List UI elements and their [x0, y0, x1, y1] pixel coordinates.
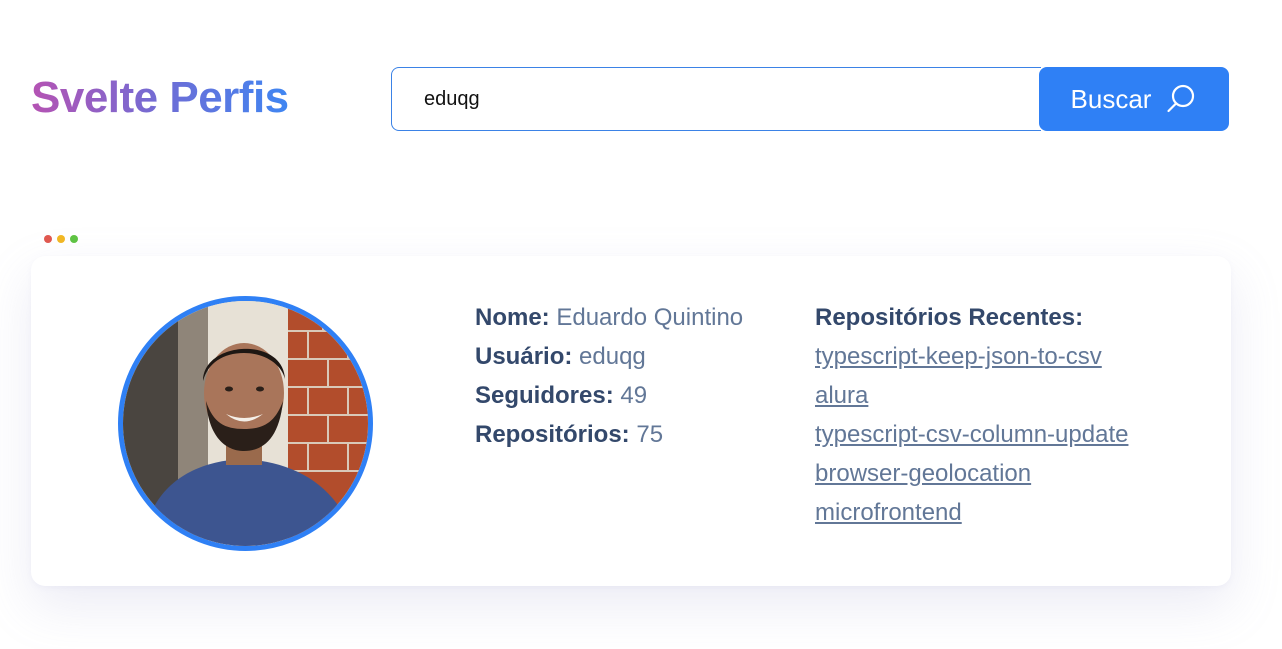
dot-yellow: [57, 235, 65, 243]
recent-repos-title: Repositórios Recentes:: [815, 304, 1084, 331]
recent-repos: Repositórios Recentes: typescript-keep-j…: [815, 298, 1128, 532]
followers-value: 49: [620, 382, 648, 409]
repos-label: Repositórios:: [475, 421, 630, 448]
dot-red: [44, 235, 52, 243]
search-button[interactable]: Buscar: [1039, 67, 1229, 131]
followers-label: Seguidores:: [475, 382, 614, 409]
repo-link[interactable]: microfrontend: [815, 493, 1128, 532]
name-value: Eduardo Quintino: [556, 304, 744, 331]
profile-info: Nome: Eduardo Quintino Usuário: eduqg Se…: [475, 298, 743, 454]
avatar: [118, 296, 373, 551]
search-input[interactable]: [391, 67, 1041, 131]
app-logo: Svelte Perfis: [31, 70, 289, 126]
window-dots: [44, 235, 78, 243]
search-form: Buscar: [391, 67, 1229, 131]
repo-link[interactable]: typescript-csv-column-update: [815, 415, 1128, 454]
search-button-label: Buscar: [1070, 83, 1152, 114]
repo-link[interactable]: alura: [815, 376, 1128, 415]
repos-value: 75: [636, 421, 664, 448]
repo-link[interactable]: typescript-keep-json-to-csv: [815, 337, 1128, 376]
user-value: eduqg: [579, 343, 646, 370]
avatar-photo: [123, 301, 368, 546]
repos-row: Repositórios: 75: [475, 415, 743, 454]
name-row: Nome: Eduardo Quintino: [475, 298, 743, 337]
name-label: Nome:: [475, 304, 550, 331]
user-label: Usuário:: [475, 343, 573, 370]
followers-row: Seguidores: 49: [475, 376, 743, 415]
page: Svelte Perfis Buscar: [0, 0, 1282, 649]
dot-green: [70, 235, 78, 243]
repo-link[interactable]: browser-geolocation: [815, 454, 1128, 493]
search-icon: [1167, 84, 1195, 113]
user-row: Usuário: eduqg: [475, 337, 743, 376]
profile-card: Nome: Eduardo Quintino Usuário: eduqg Se…: [31, 256, 1231, 586]
